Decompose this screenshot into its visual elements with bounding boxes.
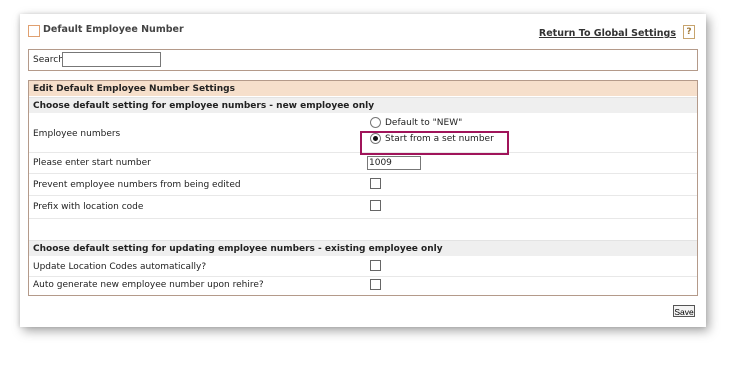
update-location-row: Update Location Codes automatically?	[29, 257, 697, 277]
default-new-radio[interactable]	[370, 117, 381, 128]
return-to-global-settings-link[interactable]: Return To Global Settings	[539, 28, 676, 39]
update-location-label: Update Location Codes automatically?	[33, 262, 207, 272]
start-number-row: Please enter start number 1009	[29, 153, 697, 174]
search-bar: Search	[28, 49, 698, 71]
highlight-box	[360, 131, 509, 155]
auto-generate-row: Auto generate new employee number upon r…	[29, 277, 697, 294]
help-icon[interactable]: ?	[683, 25, 695, 39]
search-label: Search	[33, 55, 64, 65]
page-header: Default Employee Number Return To Global…	[28, 24, 698, 44]
settings-form: Edit Default Employee Number Settings Ch…	[28, 80, 698, 296]
update-location-checkbox[interactable]	[370, 260, 381, 271]
start-number-label: Please enter start number	[33, 158, 151, 168]
new-employee-subheader: Choose default setting for employee numb…	[29, 97, 697, 113]
prevent-edit-label: Prevent employee numbers from being edit…	[33, 180, 241, 190]
auto-generate-checkbox[interactable]	[370, 279, 381, 290]
start-number-input[interactable]: 1009	[367, 156, 421, 170]
auto-generate-label: Auto generate new employee number upon r…	[33, 280, 264, 290]
page-title: Default Employee Number	[43, 24, 184, 35]
settings-panel: Default Employee Number Return To Global…	[20, 14, 706, 327]
prefix-checkbox[interactable]	[370, 200, 381, 211]
prefix-label: Prefix with location code	[33, 202, 144, 212]
search-input[interactable]	[62, 52, 161, 67]
employee-numbers-label: Employee numbers	[33, 129, 121, 139]
page-icon	[28, 25, 40, 37]
new-employee-subheader-text: Choose default setting for employee numb…	[33, 101, 375, 111]
save-button[interactable]: Save	[673, 305, 695, 317]
section-title: Edit Default Employee Number Settings	[33, 84, 235, 94]
default-new-label: Default to "NEW"	[385, 118, 463, 128]
existing-employee-subheader: Choose default setting for updating empl…	[29, 240, 697, 256]
existing-employee-subheader-text: Choose default setting for updating empl…	[33, 244, 443, 254]
prefix-row: Prefix with location code	[29, 196, 697, 219]
section-header: Edit Default Employee Number Settings	[29, 81, 697, 96]
prevent-edit-checkbox[interactable]	[370, 178, 381, 189]
prevent-edit-row: Prevent employee numbers from being edit…	[29, 174, 697, 196]
